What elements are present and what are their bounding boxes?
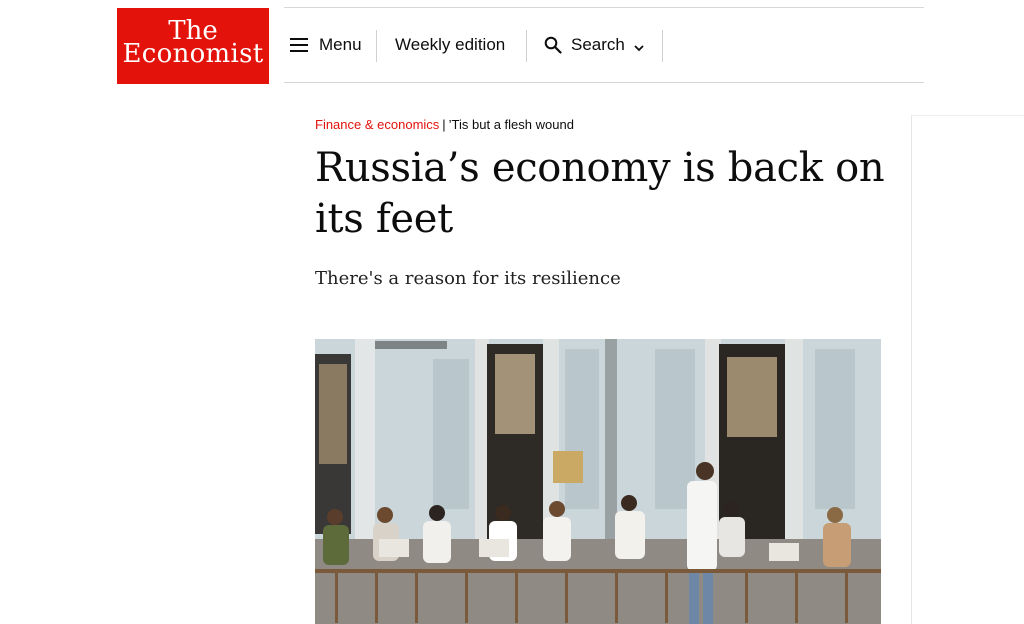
economist-logo[interactable]: The Economist: [117, 8, 269, 84]
search-button[interactable]: Search: [544, 33, 645, 57]
cafe-terrace-photo: [315, 339, 881, 624]
search-label: Search: [571, 35, 625, 54]
header-bottom-rule: [284, 82, 924, 83]
article-headline: Russia’s economy is back on its feet: [315, 145, 885, 242]
article-rubric: ’Tis but a flesh wound: [448, 117, 574, 132]
weekly-edition-link[interactable]: Weekly edition: [395, 33, 505, 57]
weekly-edition-label: Weekly edition: [395, 35, 506, 54]
section-link[interactable]: Finance & economics: [315, 117, 439, 132]
sidebar-panel: [911, 115, 1024, 624]
nav-divider: [526, 30, 527, 62]
nav-divider: [662, 30, 663, 62]
nav-divider: [376, 30, 377, 62]
header-top-rule: [284, 7, 924, 8]
article-hero-image: [315, 339, 881, 624]
menu-label: Menu: [319, 35, 362, 54]
chevron-down-icon: [633, 39, 645, 52]
search-icon: [544, 36, 562, 54]
article-kicker: Finance & economics | ’Tis but a flesh wou…: [315, 117, 574, 132]
logo-line-2: Economist: [122, 39, 264, 69]
menu-button[interactable]: Menu: [290, 33, 362, 57]
kicker-separator: |: [442, 117, 446, 132]
article-subheadline: There's a reason for its resilience: [315, 268, 621, 289]
hamburger-icon: [290, 38, 308, 52]
